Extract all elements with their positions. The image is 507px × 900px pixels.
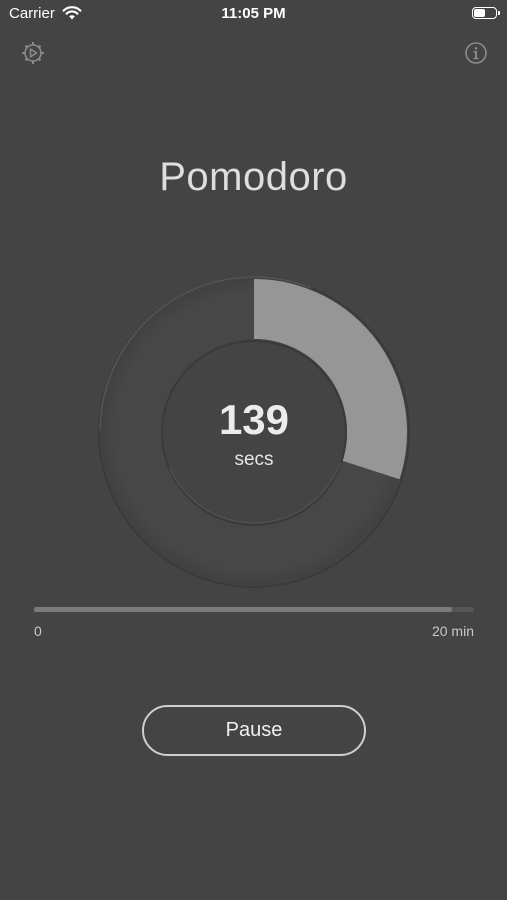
gear-icon	[22, 42, 44, 64]
settings-button[interactable]	[20, 40, 46, 66]
page-title: Pomodoro	[159, 155, 348, 199]
slider-max-label: 20 min	[431, 623, 474, 639]
slider-min-label: 0	[34, 623, 42, 639]
battery-level	[474, 9, 485, 17]
duration-slider[interactable]	[34, 607, 474, 612]
status-time: 11:05 PM	[221, 5, 286, 22]
info-icon	[465, 42, 487, 64]
timer-value: 139	[218, 396, 290, 443]
duration-slider-fill	[34, 607, 452, 612]
timer-unit: secs	[234, 449, 274, 470]
timer-readout: 139 secs	[98, 276, 410, 588]
info-button[interactable]	[463, 40, 489, 66]
pause-button[interactable]: Pause	[142, 705, 366, 756]
status-bar: Carrier 11:05 PM	[0, 0, 507, 28]
pomodoro-screen: Carrier 11:05 PM Pomodoro 139 secs 0 20 …	[0, 0, 507, 900]
battery-icon	[472, 7, 500, 19]
